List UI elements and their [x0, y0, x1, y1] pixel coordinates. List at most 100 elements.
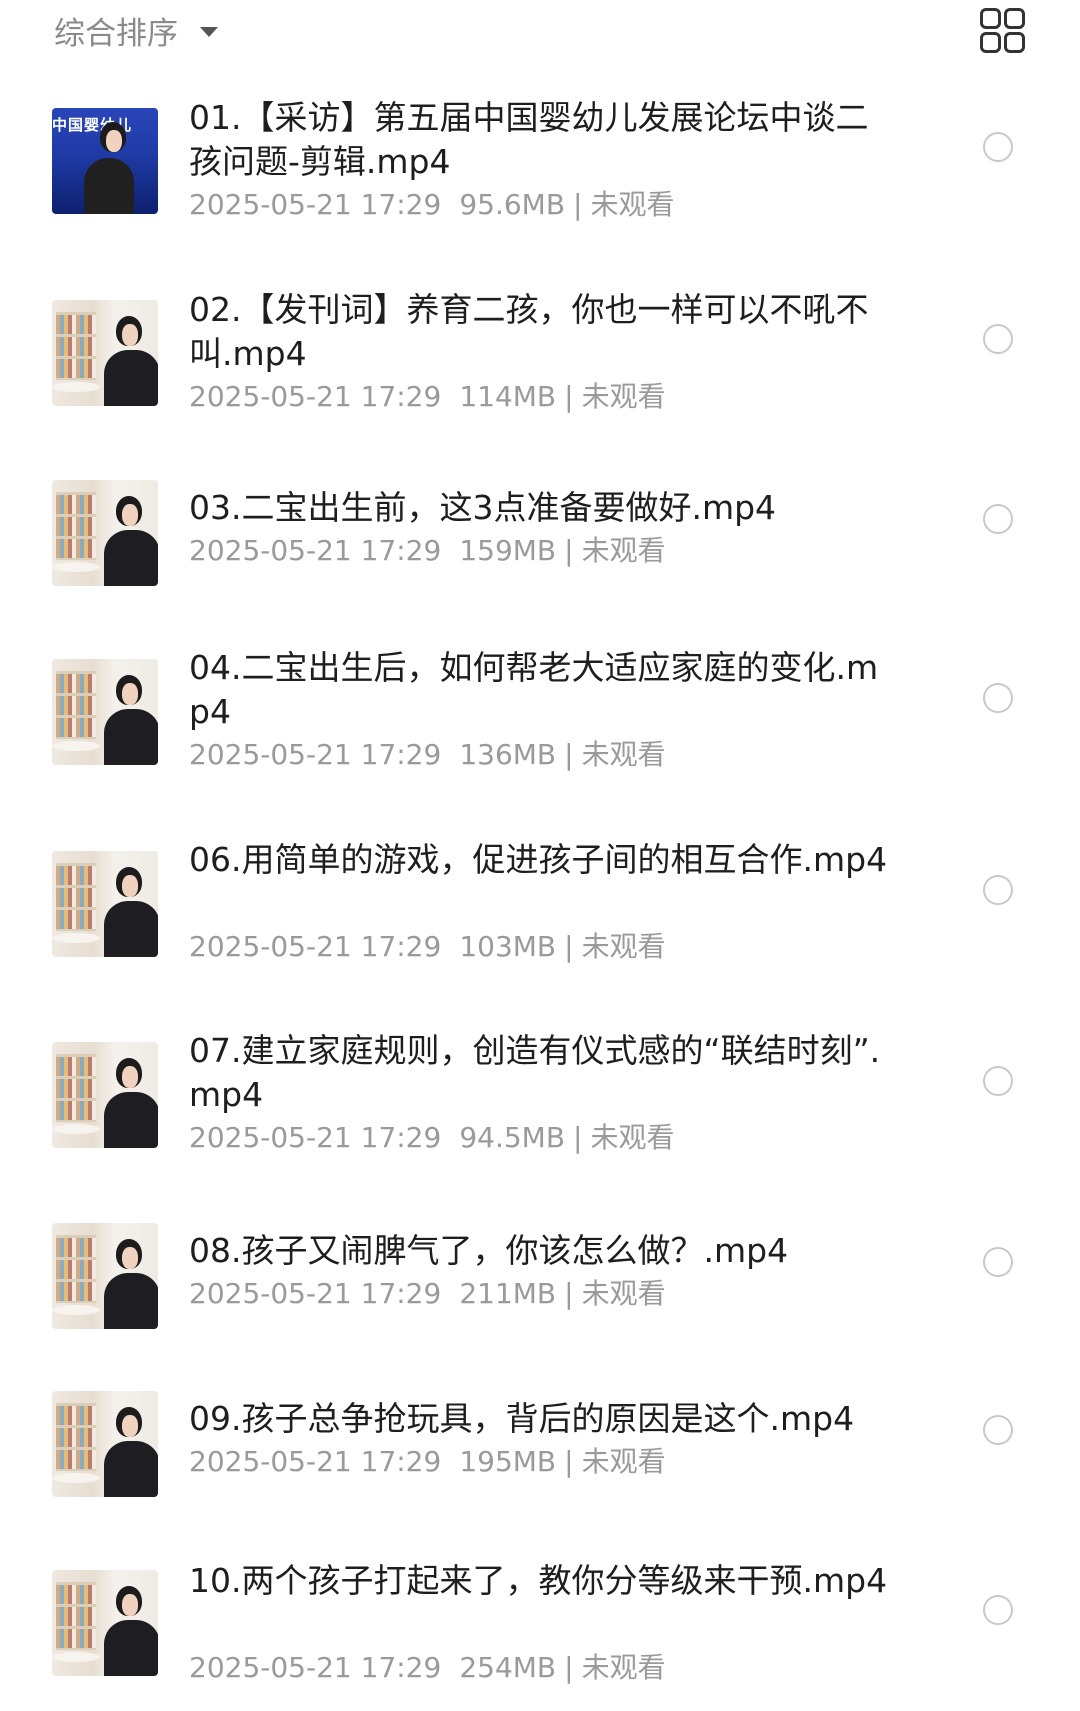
- video-thumbnail: [52, 851, 158, 957]
- file-date: 2025-05-21 17:29: [189, 738, 442, 771]
- select-radio[interactable]: [983, 132, 1013, 162]
- meta-separator: |: [573, 188, 583, 221]
- file-title: 10.两个孩子打起来了，教你分等级来干预.mp4: [189, 1561, 888, 1600]
- thumbnail-body: [84, 158, 134, 214]
- select-radio[interactable]: [983, 1415, 1013, 1445]
- watch-status: 未观看: [581, 738, 666, 771]
- file-meta: 2025-05-21 17:29 254MB | 未观看: [189, 1650, 889, 1686]
- file-title: 07.建立家庭规则，创造有仪式感的“联结时刻”.mp4: [189, 1031, 881, 1114]
- file-meta: 2025-05-21 17:29 195MB | 未观看: [189, 1444, 889, 1480]
- thumbnail-shelf: [56, 312, 96, 380]
- meta-separator: |: [564, 1651, 574, 1684]
- video-thumbnail: [52, 480, 158, 586]
- watch-status: 未观看: [581, 534, 666, 567]
- watch-status: 未观看: [590, 188, 675, 221]
- file-date: 2025-05-21 17:29: [189, 1121, 442, 1154]
- thumbnail-shelf: [56, 1054, 96, 1122]
- thumbnail-face: [122, 1247, 138, 1269]
- thumbnail-face: [122, 683, 138, 705]
- thumbnail-body: [104, 901, 158, 957]
- file-title: 09.孩子总争抢玩具，背后的原因是这个.mp4: [189, 1399, 855, 1438]
- watch-status: 未观看: [581, 1651, 666, 1684]
- thumbnail-shelf: [56, 1582, 96, 1650]
- file-size: 211MB: [459, 1277, 557, 1310]
- file-title: 08.孩子又闹脾气了，你该怎么做？.mp4: [189, 1231, 789, 1270]
- meta-separator: |: [564, 380, 574, 413]
- thumbnail-shelf: [56, 671, 96, 739]
- file-size: 114MB: [459, 380, 557, 413]
- file-meta: 2025-05-21 17:29 94.5MB | 未观看: [189, 1120, 889, 1156]
- watch-status: 未观看: [581, 1277, 666, 1310]
- thumbnail-face: [122, 1594, 138, 1616]
- watch-status: 未观看: [590, 1121, 675, 1154]
- video-thumbnail: [52, 1042, 158, 1148]
- file-meta: 2025-05-21 17:29 136MB | 未观看: [189, 737, 889, 773]
- select-radio[interactable]: [983, 504, 1013, 534]
- file-title: 04.二宝出生后，如何帮老大适应家庭的变化.mp4: [189, 648, 879, 731]
- top-toolbar: 综合排序: [0, 0, 1080, 70]
- file-meta: 2025-05-21 17:29 159MB | 未观看: [189, 533, 889, 569]
- meta-separator: |: [564, 1277, 574, 1310]
- thumbnail-shelf: [56, 492, 96, 560]
- watch-status: 未观看: [581, 380, 666, 413]
- file-title: 06.用简单的游戏，促进孩子间的相互合作.mp4: [189, 840, 888, 879]
- video-thumbnail: [52, 1570, 158, 1676]
- meta-separator: |: [564, 930, 574, 963]
- thumbnail-body: [104, 709, 158, 765]
- file-title: 03.二宝出生前，这3点准备要做好.mp4: [189, 488, 777, 527]
- file-size: 195MB: [459, 1445, 557, 1478]
- thumbnail-face: [122, 1415, 138, 1437]
- thumbnail-table: [52, 741, 100, 751]
- thumbnail-face: [122, 1066, 138, 1088]
- thumbnail-face: [122, 875, 138, 897]
- watch-status: 未观看: [581, 930, 666, 963]
- file-size: 159MB: [459, 534, 557, 567]
- file-size: 94.5MB: [459, 1121, 566, 1154]
- thumbnail-table: [52, 1305, 100, 1315]
- thumbnail-body: [104, 1441, 158, 1497]
- thumbnail-table: [52, 1652, 100, 1662]
- select-radio[interactable]: [983, 1595, 1013, 1625]
- thumbnail-body: [104, 530, 158, 586]
- caret-down-icon: [200, 27, 218, 37]
- file-size: 254MB: [459, 1651, 557, 1684]
- file-date: 2025-05-21 17:29: [189, 1277, 442, 1310]
- thumbnail-shelf: [56, 863, 96, 931]
- select-radio[interactable]: [983, 1247, 1013, 1277]
- file-meta: 2025-05-21 17:29 211MB | 未观看: [189, 1276, 889, 1312]
- video-thumbnail: 中国婴幼儿: [52, 108, 158, 214]
- thumbnail-body: [104, 1620, 158, 1676]
- thumbnail-face: [122, 504, 138, 526]
- thumbnail-face: [122, 324, 138, 346]
- select-radio[interactable]: [983, 683, 1013, 713]
- file-meta: 2025-05-21 17:29 95.6MB | 未观看: [189, 187, 889, 223]
- file-date: 2025-05-21 17:29: [189, 380, 442, 413]
- thumbnail-shelf: [56, 1403, 96, 1471]
- thumbnail-body: [104, 1273, 158, 1329]
- sort-dropdown[interactable]: 综合排序: [54, 10, 218, 52]
- select-radio[interactable]: [983, 324, 1013, 354]
- file-date: 2025-05-21 17:29: [189, 1651, 442, 1684]
- select-radio[interactable]: [983, 1066, 1013, 1096]
- thumbnail-table: [52, 1124, 100, 1134]
- file-meta: 2025-05-21 17:29 103MB | 未观看: [189, 929, 889, 965]
- thumbnail-body: [104, 1092, 158, 1148]
- file-date: 2025-05-21 17:29: [189, 534, 442, 567]
- thumbnail-shelf: [56, 1235, 96, 1303]
- meta-separator: |: [564, 738, 574, 771]
- file-date: 2025-05-21 17:29: [189, 188, 442, 221]
- file-meta: 2025-05-21 17:29 114MB | 未观看: [189, 379, 889, 415]
- video-thumbnail: [52, 1391, 158, 1497]
- file-size: 136MB: [459, 738, 557, 771]
- select-radio[interactable]: [983, 875, 1013, 905]
- grid-view-icon[interactable]: [980, 8, 1026, 54]
- thumbnail-table: [52, 1473, 100, 1483]
- file-size: 95.6MB: [459, 188, 566, 221]
- meta-separator: |: [573, 1121, 583, 1154]
- thumbnail-face: [106, 130, 122, 152]
- video-thumbnail: [52, 659, 158, 765]
- file-date: 2025-05-21 17:29: [189, 1445, 442, 1478]
- file-title: 01.【采访】第五届中国婴幼儿发展论坛中谈二孩问题-剪辑.mp4: [189, 98, 869, 181]
- meta-separator: |: [564, 534, 574, 567]
- thumbnail-table: [52, 562, 100, 572]
